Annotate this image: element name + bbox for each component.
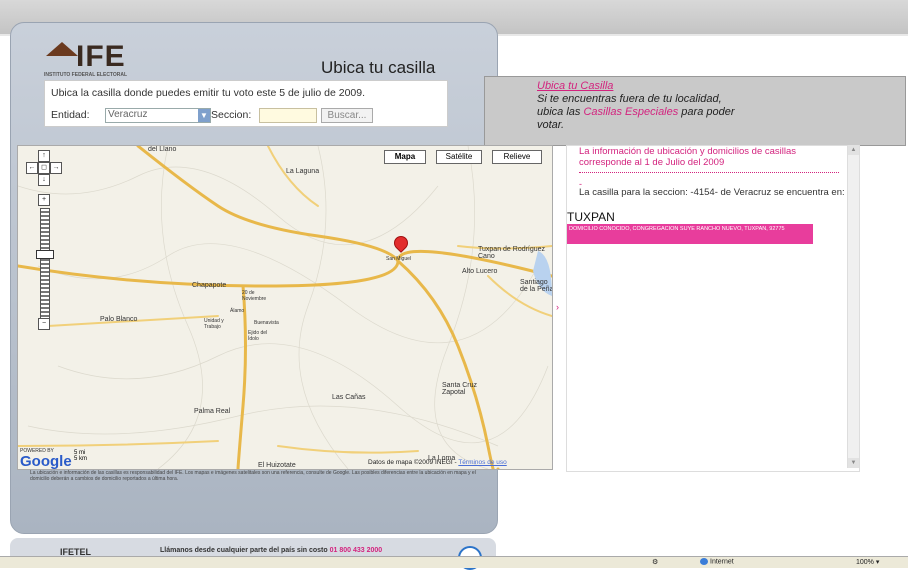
scale-km: 5 km xyxy=(74,456,88,462)
pan-left-icon[interactable]: ← xyxy=(26,162,38,174)
ife-logo-icon xyxy=(46,42,78,56)
map-label: El Huizotate xyxy=(258,462,296,469)
pan-center-icon[interactable]: ◻ xyxy=(38,162,50,174)
scroll-up-icon[interactable]: ▲ xyxy=(848,145,859,155)
map-label: Unidad y Trabajo xyxy=(204,318,224,330)
info-box: Ubica tu Casilla Si te encuentras fuera … xyxy=(484,76,906,146)
casillas-especiales-link[interactable]: Casillas Especiales xyxy=(583,106,678,118)
zone-status: Internet xyxy=(700,558,734,565)
map-label: Palma Real xyxy=(194,408,231,415)
tab-satelite[interactable]: Satélite xyxy=(436,150,482,164)
security-icon: ⚙ xyxy=(652,559,659,566)
results-panel: La información de ubicación y domicilios… xyxy=(566,145,860,472)
pan-up-icon[interactable]: ↑ xyxy=(38,150,50,162)
tab-relieve[interactable]: Relieve xyxy=(492,150,542,164)
map-label: Alto Lucero xyxy=(462,268,498,275)
ifetel-phone: 01 800 433 2000 xyxy=(329,547,383,554)
map-label: Ejido del Ídolo xyxy=(248,330,268,342)
disclaimer: La ubicación e información de las casill… xyxy=(30,470,476,482)
map-label: Tuxpan de Rodríguez Cano xyxy=(478,246,546,260)
zoom-in-icon[interactable]: + xyxy=(38,194,50,206)
chevron-right-icon[interactable]: › xyxy=(556,302,559,312)
map-label: Palo Blanco xyxy=(100,316,138,323)
info-text: Si te encuentras fuera de tu localidad, … xyxy=(537,93,747,132)
ife-logo-subtitle: INSTITUTO FEDERAL ELECTORAL xyxy=(44,72,128,78)
divider xyxy=(579,172,839,173)
buscar-button[interactable]: Buscar... xyxy=(321,108,373,123)
map[interactable]: Mapa Satélite Relieve ↑ ← ◻ → ↓ + − del … xyxy=(17,145,553,470)
zoom-slider[interactable] xyxy=(40,208,50,320)
map-attribution: Datos de mapa ©2009 INEGI - Términos de … xyxy=(368,459,507,466)
zone-label: Internet xyxy=(710,558,734,566)
search-form: Ubica la casilla donde puedes emitir tu … xyxy=(44,80,448,127)
seccion-label: Seccion: xyxy=(211,109,252,121)
status-bar: ⚙ Internet 100% ▾ xyxy=(0,556,908,568)
ifetel-bar: IFETEL Llámanos desde cualquier parte de… xyxy=(60,547,460,557)
map-roads xyxy=(18,146,552,469)
map-label: Santa Cruz Zapotal xyxy=(442,382,478,396)
pan-down-icon[interactable]: ↓ xyxy=(38,174,50,186)
results-city: TUXPAN xyxy=(567,210,615,224)
header: IFE INSTITUTO FEDERAL ELECTORAL Ubica tu… xyxy=(16,28,490,78)
results-scrollbar[interactable]: ▲ ▼ xyxy=(847,145,859,468)
ifetel-message: Llámanos desde cualquier parte del país … xyxy=(160,547,328,554)
map-label: Las Cañas xyxy=(332,394,366,401)
entidad-select[interactable]: Veracruz ▼ xyxy=(105,108,211,123)
page-title: Ubica tu casilla xyxy=(321,58,436,77)
chevron-down-icon[interactable]: ▼ xyxy=(198,109,210,122)
seccion-input[interactable] xyxy=(259,108,317,123)
entidad-value: Veracruz xyxy=(108,109,148,120)
terms-link[interactable]: Términos de uso xyxy=(458,459,506,466)
map-label: 20 de Noviembre xyxy=(242,290,267,302)
zoom-label: 100% xyxy=(856,559,874,566)
map-label: Buenavista xyxy=(254,320,279,326)
results-address[interactable]: DOMICILIO CONOCIDO, CONGREGACION SUYE RA… xyxy=(567,224,813,244)
ubica-link[interactable]: Ubica tu Casilla xyxy=(537,80,613,92)
map-label: San Miguel xyxy=(386,256,412,262)
map-scale: 5 mi 5 km xyxy=(74,450,87,462)
tab-mapa[interactable]: Mapa xyxy=(384,150,426,164)
map-label: del Llano xyxy=(148,146,177,153)
globe-icon xyxy=(700,558,708,565)
map-label: Chapapote xyxy=(192,282,227,289)
map-label: Álamo xyxy=(230,308,245,314)
zoom-slider-handle[interactable] xyxy=(36,250,54,259)
scroll-down-icon[interactable]: ▼ xyxy=(848,458,859,468)
pan-right-icon[interactable]: → xyxy=(50,162,62,174)
form-instruction: Ubica la casilla donde puedes emitir tu … xyxy=(51,87,366,99)
map-label: La Laguna xyxy=(286,168,320,175)
results-header: La información de ubicación y domicilios… xyxy=(579,146,797,168)
map-label: Santiago de la Peña xyxy=(520,279,553,293)
ifetel-text: Llámanos desde cualquier parte del país … xyxy=(160,547,382,554)
results-text: La casilla para la seccion: -4154- de Ve… xyxy=(579,187,845,198)
map-attribution-text: Datos de mapa ©2009 INEGI - xyxy=(368,459,457,466)
zoom-level[interactable]: 100% ▾ xyxy=(856,558,879,566)
google-logo[interactable]: Google xyxy=(20,453,72,469)
entidad-label: Entidad: xyxy=(51,109,90,121)
ife-logo: IFE xyxy=(76,40,126,73)
zoom-out-icon[interactable]: − xyxy=(38,318,50,330)
